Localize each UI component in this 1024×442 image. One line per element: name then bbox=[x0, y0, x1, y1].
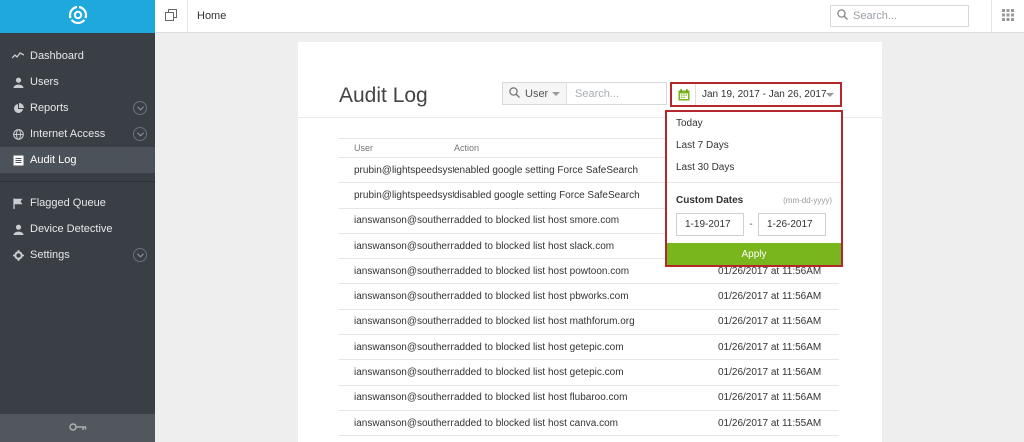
gear-icon bbox=[12, 249, 24, 261]
user-icon bbox=[12, 223, 24, 235]
caret-down-icon bbox=[826, 93, 834, 97]
window-toggle-button[interactable] bbox=[155, 0, 188, 33]
cell-date: 01/26/2017 at 11:56AM bbox=[718, 265, 822, 277]
cell-date: 01/26/2017 at 11:56AM bbox=[718, 316, 822, 328]
cell-user: ianswanson@southernschools.org bbox=[354, 316, 454, 328]
cell-action: added to blocked list host getepic.com bbox=[454, 367, 624, 379]
apps-grid-button[interactable] bbox=[991, 0, 1024, 33]
apply-button[interactable]: Apply bbox=[667, 243, 841, 265]
windows-icon bbox=[165, 9, 177, 24]
filter-type-value: User bbox=[525, 87, 549, 100]
page-title: Audit Log bbox=[339, 84, 428, 107]
chevron-down-icon[interactable] bbox=[133, 248, 147, 262]
chevron-down-icon[interactable] bbox=[133, 101, 147, 115]
cell-user: ianswanson@southernschools.org bbox=[354, 417, 454, 429]
cell-user: ianswanson@southernschools.org bbox=[354, 291, 454, 303]
end-date-input[interactable]: 1-26-2017 bbox=[758, 213, 826, 236]
user-filter: User Search... bbox=[502, 82, 667, 105]
cell-user: ianswanson@southernschools.org bbox=[354, 265, 454, 277]
filter-search-input[interactable]: Search... bbox=[567, 83, 666, 104]
sidebar-item-label: Dashboard bbox=[30, 50, 84, 62]
sidebar-item-settings[interactable]: Settings bbox=[0, 242, 155, 268]
cell-user: ianswanson@southernschools.org bbox=[354, 240, 454, 252]
cell-action: added to blocked list host canva.com bbox=[454, 417, 618, 429]
cell-date: 01/26/2017 at 11:56AM bbox=[718, 291, 822, 303]
custom-dates-label: Custom Dates bbox=[676, 194, 744, 206]
search-icon bbox=[509, 86, 520, 101]
nav-divider bbox=[0, 181, 155, 182]
cell-date: 01/26/2017 at 11:55AM bbox=[718, 417, 822, 429]
range-dash: - bbox=[749, 219, 753, 230]
sidebar-item-internet-access[interactable]: Internet Access bbox=[0, 121, 155, 147]
sidebar-item-flagged-queue[interactable]: Flagged Queue bbox=[0, 190, 155, 216]
preset-today[interactable]: Today bbox=[667, 112, 841, 134]
sidebar-item-label: Reports bbox=[30, 102, 69, 114]
topbar: Home Search... bbox=[155, 0, 1024, 33]
sidebar-item-label: Device Detective bbox=[30, 223, 113, 235]
start-date-input[interactable]: 1-19-2017 bbox=[676, 213, 744, 236]
sidebar-item-users[interactable]: Users bbox=[0, 69, 155, 95]
cell-date: 01/26/2017 at 11:56AM bbox=[718, 341, 822, 353]
sidebar-item-label: Internet Access bbox=[30, 128, 106, 140]
cell-user: ianswanson@southernschools.org bbox=[354, 341, 454, 353]
chevron-down-icon[interactable] bbox=[133, 127, 147, 141]
table-row[interactable]: ianswanson@southernschools.orgadded to b… bbox=[339, 386, 839, 411]
breadcrumb[interactable]: Home bbox=[197, 10, 226, 22]
sidebar-footer[interactable] bbox=[0, 414, 155, 442]
sidebar-item-label: Settings bbox=[30, 249, 70, 261]
table-row[interactable]: ianswanson@southernschools.orgadded to b… bbox=[339, 360, 839, 386]
caret-down-icon bbox=[552, 92, 560, 96]
global-search-input[interactable]: Search... bbox=[830, 5, 969, 27]
globe-icon bbox=[12, 128, 24, 140]
preset-last-30-days[interactable]: Last 30 Days bbox=[667, 156, 841, 178]
filter-type-select[interactable]: User bbox=[503, 83, 567, 104]
user-icon bbox=[12, 76, 24, 88]
sidebar-nav: Dashboard Users Reports Internet Access bbox=[0, 33, 155, 268]
activity-icon bbox=[12, 50, 24, 62]
cell-action: added to blocked list host pbworks.com bbox=[454, 291, 629, 303]
dropdown-divider bbox=[667, 182, 841, 183]
pie-chart-icon bbox=[12, 102, 24, 114]
logo-area[interactable] bbox=[0, 0, 155, 33]
sidebar: Dashboard Users Reports Internet Access bbox=[0, 0, 155, 442]
sidebar-item-dashboard[interactable]: Dashboard bbox=[0, 43, 155, 69]
search-icon bbox=[837, 9, 848, 23]
list-icon bbox=[12, 154, 24, 166]
sidebar-item-device-detective[interactable]: Device Detective bbox=[0, 216, 155, 242]
sidebar-item-label: Flagged Queue bbox=[30, 197, 106, 209]
preset-last-7-days[interactable]: Last 7 Days bbox=[667, 134, 841, 156]
sidebar-item-audit-log[interactable]: Audit Log bbox=[0, 147, 155, 173]
table-row[interactable]: ianswanson@southernschools.orgadded to b… bbox=[339, 310, 839, 336]
date-format-hint: (mm-dd-yyyy) bbox=[783, 195, 832, 205]
cell-user: prubin@lightspeedsystems.com bbox=[354, 164, 454, 176]
cell-user: ianswanson@southernschools.org bbox=[354, 215, 454, 227]
cell-user: ianswanson@southernschools.org bbox=[354, 392, 454, 404]
flag-icon bbox=[12, 197, 24, 209]
date-range-dropdown: Today Last 7 Days Last 30 Days Custom Da… bbox=[665, 110, 843, 267]
sidebar-item-reports[interactable]: Reports bbox=[0, 95, 155, 121]
cell-date: 01/26/2017 at 11:56AM bbox=[718, 392, 822, 404]
cell-action: added to blocked list host getepic.com bbox=[454, 341, 624, 353]
brand-logo-icon bbox=[68, 5, 88, 28]
table-row[interactable]: ianswanson@southernschools.orgadded to b… bbox=[339, 335, 839, 361]
cell-user: ianswanson@southernschools.org bbox=[354, 367, 454, 379]
calendar-icon bbox=[672, 84, 696, 105]
cell-action: added to blocked list host mathforum.org bbox=[454, 316, 635, 328]
custom-date-inputs: 1-19-2017 - 1-26-2017 bbox=[667, 213, 841, 236]
custom-dates-header: Custom Dates (mm-dd-yyyy) bbox=[667, 191, 841, 209]
table-row[interactable]: ianswanson@southernschools.orgadded to b… bbox=[339, 411, 839, 437]
table-row[interactable]: ianswanson@southernschools.orgadded to b… bbox=[339, 284, 839, 310]
date-range-value: Jan 19, 2017 - Jan 26, 2017 bbox=[702, 89, 827, 100]
column-header-user[interactable]: User bbox=[339, 143, 454, 153]
cell-action: added to blocked list host flubaroo.com bbox=[454, 392, 628, 404]
cell-user: prubin@lightspeedsystems.com bbox=[354, 189, 454, 201]
cell-date: 01/26/2017 at 11:56AM bbox=[718, 367, 822, 379]
search-placeholder: Search... bbox=[853, 10, 898, 22]
cell-action: added to blocked list host powtoon.com bbox=[454, 265, 630, 277]
sidebar-item-label: Audit Log bbox=[30, 154, 77, 166]
sidebar-item-label: Users bbox=[30, 76, 59, 88]
grid-icon bbox=[1002, 9, 1014, 24]
date-range-button[interactable]: Jan 19, 2017 - Jan 26, 2017 bbox=[670, 82, 842, 107]
key-icon bbox=[68, 421, 87, 435]
